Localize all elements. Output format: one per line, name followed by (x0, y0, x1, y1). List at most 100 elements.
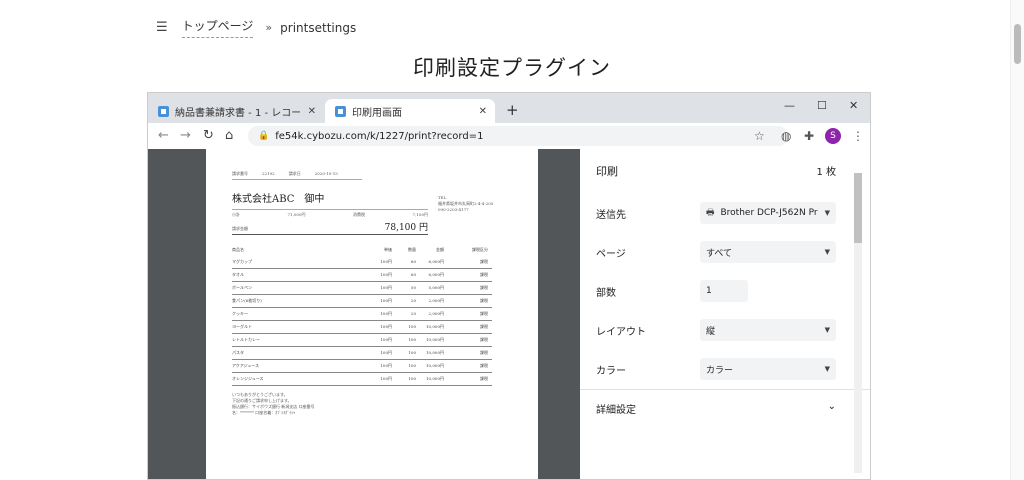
sheet-count: 1 枚 (816, 167, 836, 178)
minimize-icon: — (784, 99, 795, 112)
destination-label: 送信先 (596, 209, 626, 221)
table-cell: 10,000円 (426, 350, 444, 355)
pages-select: すべて ▼ (700, 241, 836, 263)
browser-screenshot: 納品書兼請求書 - 1 - レコードの詳細 ✕ 印刷用画面 ✕ + — ☐ ✕ … (147, 92, 871, 480)
column-header: 単価 (384, 247, 392, 252)
table-cell: 課税 (480, 272, 488, 277)
invoice-subtotal-row: 小計 71,000円 消費税 7,100円 (232, 209, 428, 218)
kintone-app-icon (158, 105, 169, 117)
table-cell: オレンジジュース (232, 376, 264, 381)
destination-value: Brother DCP-J562N Pr (720, 208, 818, 218)
table-cell: 10,000円 (426, 337, 444, 342)
table-row: タオル 100円 60 6,000円 課税 (232, 269, 492, 282)
table-cell: 100円 (380, 376, 392, 381)
table-cell: 10,000円 (426, 363, 444, 368)
pages-value: すべて (706, 248, 733, 259)
menu-icon[interactable]: ☰ (156, 20, 168, 35)
breadcrumb-home-link[interactable]: トップページ (181, 17, 254, 38)
invoice-page: 請求番号 22192 請求日 2020-10-15 株式会社ABC 御中 TEL… (206, 149, 538, 479)
layout-value: 縦 (706, 326, 716, 337)
more-settings-label: 詳細設定 (596, 405, 636, 416)
table-cell: レトルトカレー (232, 337, 260, 342)
table-cell: 課税 (480, 311, 488, 316)
table-cell: 100円 (380, 324, 392, 329)
table-cell: クッキー (232, 311, 248, 316)
table-row: クッキー 100円 20 2,000円 課税 (232, 308, 492, 321)
table-cell: 課税 (480, 259, 488, 264)
table-cell: 100円 (380, 298, 392, 303)
reload-icon: ↻ (203, 128, 214, 143)
table-cell: 100 (408, 337, 416, 342)
tab-title: 印刷用画面 (352, 107, 402, 119)
close-icon: ✕ (478, 105, 487, 117)
table-cell: 課税 (480, 376, 488, 381)
window-close-icon: ✕ (849, 99, 859, 112)
table-row: 食パン(6枚切り) 100円 20 2,000円 課税 (232, 295, 492, 308)
table-cell: 60 (410, 272, 416, 277)
table-row: パスタ 100円 100 10,000円 課税 (232, 347, 492, 360)
table-cell: 100円 (380, 363, 392, 368)
copies-row: 部数 1 (596, 279, 836, 303)
invoice-date: 2020-10-15 (314, 171, 338, 176)
table-cell: 100円 (380, 311, 392, 316)
url-text: fe54k.cybozu.com/k/1227/print?record=1 (275, 130, 484, 142)
table-cell: 50 (410, 285, 416, 290)
chevron-down-icon: ⌄ (827, 401, 836, 412)
invoice-total-row: 請求金額 78,100 円 (232, 220, 428, 235)
table-cell: 20 (410, 298, 416, 303)
caret-down-icon: ▼ (824, 248, 830, 256)
kintone-app-icon (335, 105, 346, 117)
table-cell: 課税 (480, 285, 488, 290)
print-title: 印刷 (596, 165, 618, 178)
invoice-footnote: いつもありがとうございます。 下記の通りご請求申し上げます。 振込銀行：サイボウ… (232, 392, 315, 415)
globe-icon: ◍ (781, 129, 792, 143)
table-cell: アクアジュース (232, 363, 260, 368)
tax-value: 7,100円 (412, 212, 428, 217)
table-body: マグカップ 100円 60 6,000円 課税 タオル 100円 60 6,000円 課税 ボールペ… (232, 256, 492, 386)
table-cell: 課税 (480, 337, 488, 342)
layout-row: レイアウト 縦 ▼ (596, 318, 836, 342)
table-cell: 6,000円 (428, 272, 444, 277)
breadcrumb: ☰ トップページ » printsettings (156, 17, 356, 38)
color-row: カラー カラー ▼ (596, 357, 836, 381)
pages-label: ページ (596, 248, 626, 260)
column-header: 金額 (436, 247, 444, 252)
close-icon: ✕ (307, 105, 316, 117)
table-row: ヨーグルト 100円 100 10,000円 課税 (232, 321, 492, 334)
column-header: 数量 (408, 247, 416, 252)
table-cell: 60 (410, 259, 416, 264)
table-cell: 10,000円 (426, 324, 444, 329)
pages-row: ページ すべて ▼ (596, 240, 836, 264)
tab-bar: 納品書兼請求書 - 1 - レコードの詳細 ✕ 印刷用画面 ✕ + — ☐ ✕ (148, 93, 870, 123)
table-cell: 2,000円 (428, 298, 444, 303)
column-header: 課税区分 (472, 247, 488, 252)
page-scroll-thumb[interactable] (1014, 24, 1021, 64)
table-cell: 100 (408, 376, 416, 381)
subtotal-value: 71,000円 (287, 212, 306, 217)
table-cell: 100 (408, 324, 416, 329)
lock-icon: 🔒 (258, 131, 270, 141)
subtotal-label: 小計 (232, 212, 240, 217)
printer-icon: 🖶 (706, 208, 715, 218)
table-cell: 課税 (480, 324, 488, 329)
table-row: アクアジュース 100円 100 10,000円 課税 (232, 360, 492, 373)
table-cell: 5,000円 (428, 285, 444, 290)
table-cell: 課税 (480, 363, 488, 368)
table-cell: 100 (408, 363, 416, 368)
more-settings-row: 詳細設定 ⌄ (596, 401, 836, 416)
table-cell: パスタ (232, 350, 244, 355)
table-cell: マグカップ (232, 259, 252, 264)
table-cell: 100円 (380, 337, 392, 342)
maximize-icon: ☐ (817, 99, 827, 112)
table-row: ボールペン 100円 50 5,000円 課税 (232, 282, 492, 295)
url-field: 🔒 fe54k.cybozu.com/k/1227/print?record=1 (248, 126, 788, 146)
forward-arrow-icon: → (180, 128, 191, 143)
page-scrollbar[interactable] (1010, 0, 1024, 480)
table-cell: 100円 (380, 285, 392, 290)
address-bar: ← → ↻ ⌂ 🔒 fe54k.cybozu.com/k/1227/print?… (148, 123, 870, 149)
table-cell: 100円 (380, 272, 392, 277)
caret-down-icon: ▼ (824, 365, 830, 373)
tab-print-view: 印刷用画面 ✕ (325, 99, 495, 123)
invoice-items-table: 商品名 単価 数量 金額 課税区分 マグカップ 100円 60 6,000円 課税 タオル… (232, 247, 492, 386)
table-row: レトルトカレー 100円 100 10,000円 課税 (232, 334, 492, 347)
